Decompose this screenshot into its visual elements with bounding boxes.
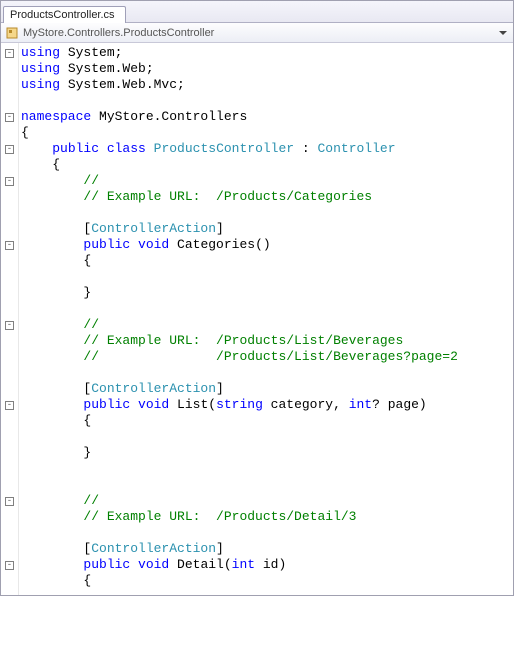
gutter-cell: - — [1, 317, 18, 333]
fold-gutter[interactable]: - - - - - - - - - — [1, 43, 19, 595]
code-line[interactable]: // Example URL: /Products/Detail/3 — [21, 509, 513, 525]
gutter-cell — [1, 269, 18, 285]
fold-toggle-icon[interactable]: - — [5, 401, 14, 410]
code-line[interactable] — [21, 301, 513, 317]
fold-toggle-icon[interactable]: - — [5, 177, 14, 186]
gutter-cell — [1, 253, 18, 269]
code-line[interactable]: public void List(string category, int? p… — [21, 397, 513, 413]
code-line[interactable] — [21, 525, 513, 541]
gutter-cell: - — [1, 173, 18, 189]
code-line[interactable]: // — [21, 173, 513, 189]
gutter-cell — [1, 381, 18, 397]
gutter-cell — [1, 525, 18, 541]
gutter-cell — [1, 157, 18, 173]
gutter-cell — [1, 637, 18, 653]
gutter-cell — [1, 93, 18, 109]
code-line[interactable] — [21, 269, 513, 285]
code-line[interactable]: using System; — [21, 45, 513, 61]
gutter-cell — [1, 589, 18, 605]
code-line[interactable]: { — [21, 157, 513, 173]
code-line[interactable]: public void Detail(int id) — [21, 557, 513, 573]
gutter-cell — [1, 205, 18, 221]
gutter-cell — [1, 365, 18, 381]
code-line[interactable]: namespace MyStore.Controllers — [21, 109, 513, 125]
gutter-cell: - — [1, 109, 18, 125]
code-line[interactable]: } — [21, 445, 513, 461]
gutter-cell: - — [1, 45, 18, 61]
gutter-cell — [1, 189, 18, 205]
code-line[interactable]: // — [21, 493, 513, 509]
file-tab-label: ProductsController.cs — [10, 9, 115, 21]
code-line[interactable] — [21, 205, 513, 221]
code-area[interactable]: using System;using System.Web;using Syst… — [19, 43, 513, 595]
code-line[interactable] — [21, 477, 513, 493]
gutter-cell — [1, 445, 18, 461]
code-line[interactable]: // /Products/List/Beverages?page=2 — [21, 349, 513, 365]
code-line[interactable]: // Example URL: /Products/Categories — [21, 189, 513, 205]
code-line[interactable]: [ControllerAction] — [21, 381, 513, 397]
navigation-path: MyStore.Controllers.ProductsController — [23, 27, 214, 39]
code-line[interactable]: { — [21, 413, 513, 429]
code-line[interactable] — [21, 93, 513, 109]
gutter-cell — [1, 573, 18, 589]
fold-toggle-icon[interactable]: - — [5, 145, 14, 154]
gutter-cell — [1, 477, 18, 493]
fold-toggle-icon[interactable]: - — [5, 321, 14, 330]
fold-toggle-icon[interactable]: - — [5, 113, 14, 122]
code-editor[interactable]: - - - - - - - - - using System;using System.Web;… — [1, 43, 513, 595]
class-icon — [5, 26, 19, 40]
gutter-cell — [1, 301, 18, 317]
fold-toggle-icon[interactable]: - — [5, 49, 14, 58]
code-line[interactable]: // Example URL: /Products/List/Beverages — [21, 333, 513, 349]
gutter-cell: - — [1, 493, 18, 509]
gutter-cell — [1, 285, 18, 301]
gutter-cell — [1, 461, 18, 477]
file-tab[interactable]: ProductsController.cs — [3, 6, 126, 23]
gutter-cell — [1, 413, 18, 429]
code-line[interactable]: { — [21, 253, 513, 269]
gutter-cell — [1, 77, 18, 93]
code-line[interactable]: { — [21, 125, 513, 141]
gutter-cell — [1, 221, 18, 237]
fold-toggle-icon[interactable]: - — [5, 241, 14, 250]
code-line[interactable]: // — [21, 317, 513, 333]
gutter-cell — [1, 429, 18, 445]
code-line[interactable] — [21, 461, 513, 477]
gutter-cell — [1, 621, 18, 637]
code-line[interactable] — [21, 429, 513, 445]
navigation-bar[interactable]: MyStore.Controllers.ProductsController — [1, 23, 513, 43]
fold-toggle-icon[interactable]: - — [5, 561, 14, 570]
dropdown-arrow-icon[interactable] — [499, 31, 507, 35]
code-line[interactable]: using System.Web.Mvc; — [21, 77, 513, 93]
gutter-cell — [1, 61, 18, 77]
gutter-cell — [1, 333, 18, 349]
code-line[interactable]: public void Categories() — [21, 237, 513, 253]
code-line[interactable]: [ControllerAction] — [21, 541, 513, 557]
code-line[interactable] — [21, 589, 513, 595]
gutter-cell: - — [1, 557, 18, 573]
code-line[interactable]: } — [21, 285, 513, 301]
code-line[interactable]: { — [21, 573, 513, 589]
fold-toggle-icon[interactable]: - — [5, 497, 14, 506]
gutter-cell — [1, 509, 18, 525]
code-line[interactable]: public class ProductsController : Contro… — [21, 141, 513, 157]
gutter-cell — [1, 349, 18, 365]
code-line[interactable] — [21, 365, 513, 381]
code-line[interactable]: using System.Web; — [21, 61, 513, 77]
gutter-cell — [1, 125, 18, 141]
gutter-cell: - — [1, 237, 18, 253]
gutter-cell — [1, 541, 18, 557]
gutter-cell: - — [1, 141, 18, 157]
gutter-cell: - — [1, 397, 18, 413]
gutter-cell — [1, 605, 18, 621]
tab-bar: ProductsController.cs — [1, 1, 513, 23]
code-line[interactable]: [ControllerAction] — [21, 221, 513, 237]
